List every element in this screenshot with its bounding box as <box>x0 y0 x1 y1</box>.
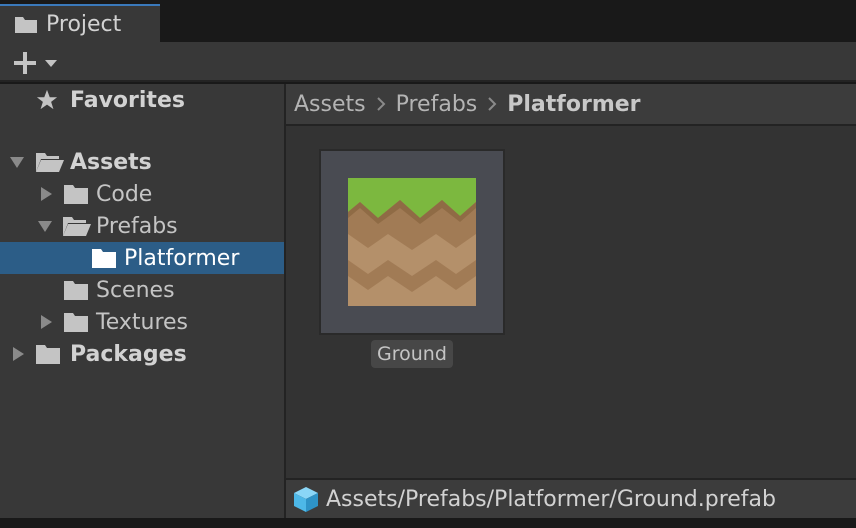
folder-open-icon <box>35 151 65 173</box>
sidebar-item-favorites[interactable]: Favorites <box>0 84 284 116</box>
tab-label: Project <box>46 11 122 37</box>
folder-icon <box>63 183 89 205</box>
sidebar-item-prefabs[interactable]: Prefabs <box>0 210 284 242</box>
selection-path-bar: Assets/Prefabs/Platformer/Ground.prefab <box>286 478 856 518</box>
sidebar-item-label: Code <box>96 181 153 207</box>
grass-dirt-tile-thumbnail <box>348 178 476 306</box>
sidebar-item-label: Packages <box>70 341 187 367</box>
collapse-arrow-icon[interactable] <box>38 314 54 330</box>
sidebar-item-code[interactable]: Code <box>0 178 284 210</box>
tab-bar: Project <box>0 0 856 42</box>
chevron-right-icon <box>487 96 497 112</box>
sidebar-item-label: Textures <box>96 309 188 335</box>
plus-icon <box>12 50 38 76</box>
breadcrumb-item-prefabs[interactable]: Prefabs <box>396 92 478 117</box>
asset-label[interactable]: Ground <box>371 340 453 368</box>
sidebar-item-label: Prefabs <box>96 213 178 239</box>
folder-open-icon <box>62 215 92 237</box>
prefab-cube-icon <box>292 485 320 513</box>
sidebar-item-label: Scenes <box>96 277 175 303</box>
sidebar-item-textures[interactable]: Textures <box>0 306 284 338</box>
breadcrumb: Assets Prefabs Platformer <box>286 84 856 126</box>
collapse-arrow-icon[interactable] <box>10 346 26 362</box>
tab-project[interactable]: Project <box>0 4 160 42</box>
window-bottom-edge <box>0 518 856 528</box>
expand-arrow-icon[interactable] <box>37 218 53 234</box>
asset-tile-ground[interactable] <box>319 149 505 335</box>
collapse-arrow-icon[interactable] <box>38 186 54 202</box>
chevron-down-icon <box>44 58 58 68</box>
folder-icon <box>91 247 117 269</box>
project-sidebar: Favorites Assets Code Prefabs Platformer… <box>0 84 284 518</box>
sidebar-item-label: Platformer <box>124 245 240 271</box>
breadcrumb-item-assets[interactable]: Assets <box>294 92 366 117</box>
folder-icon <box>63 279 89 301</box>
star-icon <box>36 89 58 111</box>
sidebar-item-scenes[interactable]: Scenes <box>0 274 284 306</box>
folder-icon <box>35 343 61 365</box>
chevron-right-icon <box>376 96 386 112</box>
sidebar-item-assets[interactable]: Assets <box>0 146 284 178</box>
toolbar <box>0 42 856 82</box>
folder-icon <box>63 311 89 333</box>
folder-icon <box>14 14 38 34</box>
expand-arrow-icon[interactable] <box>9 154 25 170</box>
sidebar-item-label: Favorites <box>70 87 185 113</box>
sidebar-item-platformer[interactable]: Platformer <box>0 242 284 274</box>
asset-browser: Assets Prefabs Platformer Ground <box>286 84 856 518</box>
sidebar-item-packages[interactable]: Packages <box>0 338 284 370</box>
selection-path-text: Assets/Prefabs/Platformer/Ground.prefab <box>326 486 776 512</box>
breadcrumb-item-platformer[interactable]: Platformer <box>507 92 640 117</box>
create-button[interactable] <box>12 50 66 76</box>
sidebar-item-label: Assets <box>70 149 152 175</box>
